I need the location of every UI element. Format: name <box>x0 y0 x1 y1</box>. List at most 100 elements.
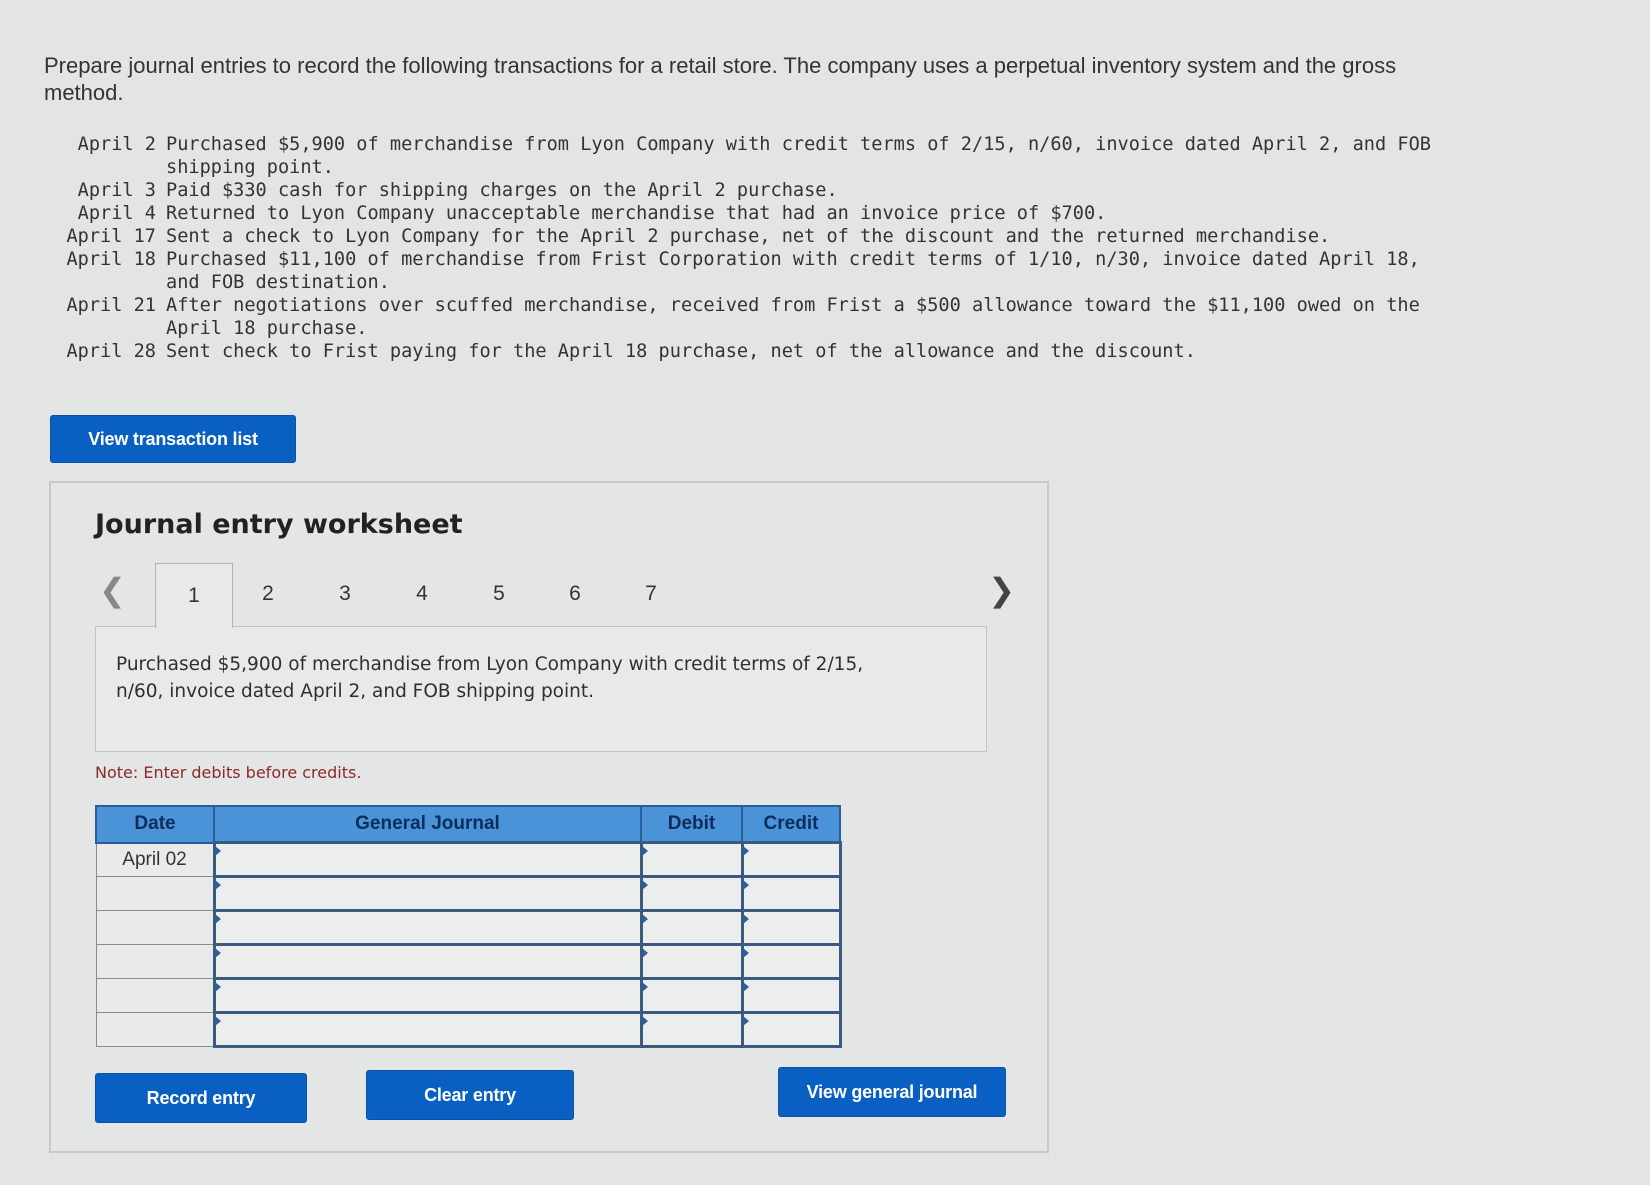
account-input[interactable] <box>215 945 644 978</box>
account-input[interactable] <box>215 843 644 876</box>
debit-input[interactable] <box>642 877 745 910</box>
credit-cell[interactable] <box>740 1011 843 1048</box>
input-marker-icon <box>641 948 648 958</box>
transaction-list: April 2 Purchased $5,900 of merchandise … <box>44 133 1436 363</box>
table-row <box>95 977 843 1014</box>
account-cell[interactable] <box>212 875 644 912</box>
transaction-text: Sent a check to Lyon Company for the Apr… <box>166 226 1331 247</box>
transaction-date: April 2 <box>66 134 156 155</box>
credit-input[interactable] <box>743 877 843 910</box>
tab-1[interactable]: 1 <box>155 563 233 628</box>
tab-3[interactable]: 3 <box>307 563 383 625</box>
table-header-row: Date General Journal Debit Credit <box>95 805 841 844</box>
date-cell[interactable] <box>95 1012 215 1047</box>
input-marker-icon <box>742 948 749 958</box>
account-cell[interactable] <box>212 841 644 878</box>
transaction-text: Paid $330 cash for shipping charges on t… <box>166 180 838 201</box>
date-cell[interactable] <box>95 876 215 911</box>
debit-cell[interactable] <box>639 909 745 946</box>
credit-cell[interactable] <box>740 875 843 912</box>
transaction-date: April 28 <box>66 341 156 362</box>
debit-input[interactable] <box>642 979 745 1012</box>
table-row <box>95 943 843 980</box>
transaction-item: April 3 Paid $330 cash for shipping char… <box>44 179 1436 202</box>
dropdown-marker-icon <box>214 846 221 856</box>
debit-cell[interactable] <box>639 943 745 980</box>
transaction-date: April 4 <box>66 203 156 224</box>
chevron-left-icon[interactable]: ❮ <box>99 571 126 609</box>
column-header-general-journal: General Journal <box>213 805 642 844</box>
transaction-tabs: ❮ 1 2 3 4 5 6 7 ❯ <box>91 563 1015 629</box>
debit-input[interactable] <box>642 1013 745 1046</box>
view-general-journal-button[interactable]: View general journal <box>778 1067 1006 1117</box>
credit-input[interactable] <box>743 1013 843 1046</box>
input-marker-icon <box>742 982 749 992</box>
credit-cell[interactable] <box>740 841 843 878</box>
credit-cell[interactable] <box>740 943 843 980</box>
view-transaction-list-button[interactable]: View transaction list <box>50 415 296 463</box>
transaction-item: April 4 Returned to Lyon Company unaccep… <box>44 202 1436 225</box>
credit-cell[interactable] <box>740 977 843 1014</box>
account-input[interactable] <box>215 1013 644 1046</box>
table-row <box>95 1011 843 1048</box>
dropdown-marker-icon <box>214 948 221 958</box>
transaction-text: Purchased $5,900 of merchandise from Lyo… <box>166 134 1431 178</box>
transaction-description-box: Purchased $5,900 of merchandise from Lyo… <box>95 626 987 752</box>
debit-input[interactable] <box>642 911 745 944</box>
input-marker-icon <box>742 846 749 856</box>
entry-note: Note: Enter debits before credits. <box>95 763 362 782</box>
input-marker-icon <box>641 880 648 890</box>
debit-input[interactable] <box>642 945 745 978</box>
account-input[interactable] <box>215 911 644 944</box>
credit-input[interactable] <box>743 979 843 1012</box>
input-marker-icon <box>641 1016 648 1026</box>
debit-input[interactable] <box>642 843 745 876</box>
transaction-date: April 17 <box>66 226 156 247</box>
dropdown-marker-icon <box>214 914 221 924</box>
date-cell[interactable] <box>95 978 215 1013</box>
credit-input[interactable] <box>743 911 843 944</box>
input-marker-icon <box>742 914 749 924</box>
credit-input[interactable] <box>743 945 843 978</box>
transaction-item: April 2 Purchased $5,900 of merchandise … <box>44 133 1436 179</box>
dropdown-marker-icon <box>214 880 221 890</box>
credit-cell[interactable] <box>740 909 843 946</box>
date-cell[interactable] <box>95 910 215 945</box>
tab-2[interactable]: 2 <box>230 563 306 625</box>
debit-cell[interactable] <box>639 841 745 878</box>
debit-cell[interactable] <box>639 875 745 912</box>
instructions-text: Prepare journal entries to record the fo… <box>44 53 1397 105</box>
clear-entry-button[interactable]: Clear entry <box>366 1070 574 1120</box>
column-header-credit: Credit <box>741 805 841 844</box>
account-cell[interactable] <box>212 1011 644 1048</box>
tab-6[interactable]: 6 <box>537 563 613 625</box>
date-cell[interactable] <box>95 944 215 979</box>
input-marker-icon <box>742 880 749 890</box>
transaction-date: April 3 <box>66 180 156 201</box>
column-header-debit: Debit <box>640 805 743 844</box>
date-cell[interactable]: April 02 <box>95 842 215 877</box>
tab-4[interactable]: 4 <box>384 563 460 625</box>
account-cell[interactable] <box>212 977 644 1014</box>
tab-7[interactable]: 7 <box>613 563 689 625</box>
chevron-right-icon[interactable]: ❯ <box>988 571 1015 609</box>
tab-5[interactable]: 5 <box>461 563 537 625</box>
credit-input[interactable] <box>743 843 843 876</box>
transaction-item: April 21 After negotiations over scuffed… <box>44 294 1436 340</box>
account-input[interactable] <box>215 877 644 910</box>
debit-cell[interactable] <box>639 1011 745 1048</box>
account-cell[interactable] <box>212 943 644 980</box>
transaction-item: April 18 Purchased $11,100 of merchandis… <box>44 248 1436 294</box>
account-cell[interactable] <box>212 909 644 946</box>
debit-cell[interactable] <box>639 977 745 1014</box>
transaction-text: Sent check to Frist paying for the April… <box>166 341 1196 362</box>
account-input[interactable] <box>215 979 644 1012</box>
input-marker-icon <box>641 982 648 992</box>
table-row <box>95 875 843 912</box>
transaction-item: April 17 Sent a check to Lyon Company fo… <box>44 225 1436 248</box>
worksheet-title: Journal entry worksheet <box>95 509 463 540</box>
general-journal-table: Date General Journal Debit Credit April … <box>95 805 843 1048</box>
record-entry-button[interactable]: Record entry <box>95 1073 307 1123</box>
transaction-date: April 21 <box>66 295 156 316</box>
journal-entry-worksheet: Journal entry worksheet ❮ 1 2 3 4 5 6 7 … <box>49 481 1049 1153</box>
